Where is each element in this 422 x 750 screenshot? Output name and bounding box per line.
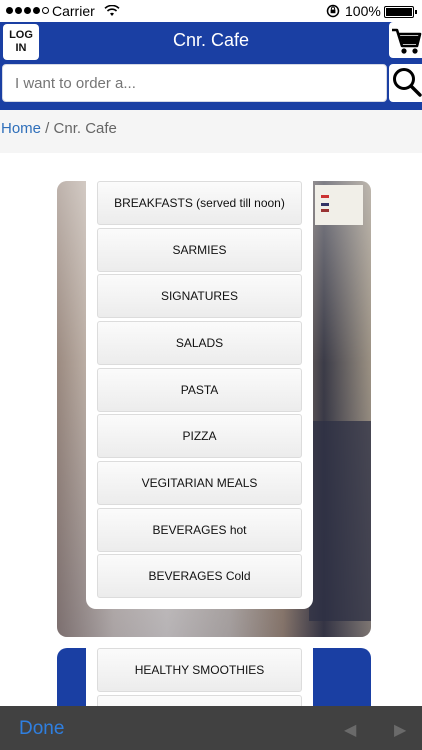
menu-item-healthy-smoothies[interactable]: HEALTHY SMOOTHIES xyxy=(97,648,302,692)
prev-arrow-icon[interactable]: ◀ xyxy=(344,720,356,740)
battery-icon xyxy=(384,6,417,18)
breadcrumb-home-link[interactable]: Home xyxy=(1,120,41,137)
menu-item-beverages-cold[interactable]: BEVERAGES Cold xyxy=(97,554,302,598)
cart-button[interactable] xyxy=(389,22,422,58)
breadcrumb: Home / Cnr. Cafe xyxy=(0,110,422,153)
breadcrumb-current: Cnr. Cafe xyxy=(53,120,117,137)
keyboard-toolbar: Done ◀ ▶ xyxy=(0,706,422,750)
photo-dark-area xyxy=(309,421,371,621)
menu-item-signatures[interactable]: SIGNATURES xyxy=(97,274,302,318)
search-icon xyxy=(389,68,422,106)
status-bar: Carrier 100% xyxy=(0,0,422,22)
signal-dots-icon xyxy=(6,7,49,14)
battery-percent: 100% xyxy=(345,3,381,19)
next-arrow-icon[interactable]: ▶ xyxy=(394,720,406,740)
menu-item-beverages-hot[interactable]: BEVERAGES hot xyxy=(97,508,302,552)
menu-item-vegitarian-meals[interactable]: VEGITARIAN MEALS xyxy=(97,461,302,505)
app-header: LOG IN Cnr. Cafe xyxy=(0,22,422,110)
breadcrumb-separator: / xyxy=(41,120,54,137)
menu-item-pasta[interactable]: PASTA xyxy=(97,368,302,412)
content-area[interactable]: BREAKFASTS (served till noon) SARMIES SI… xyxy=(0,153,422,718)
menu-category-list: BREAKFASTS (served till noon) SARMIES SI… xyxy=(86,181,313,609)
menu-item-sarmies[interactable]: SARMIES xyxy=(97,228,302,272)
rotation-lock-icon xyxy=(326,4,340,21)
search-input[interactable] xyxy=(2,64,387,102)
done-button[interactable]: Done xyxy=(19,718,64,740)
menu-item-pizza[interactable]: PIZZA xyxy=(97,414,302,458)
cart-icon xyxy=(389,28,422,62)
menu-item-salads[interactable]: SALADS xyxy=(97,321,302,365)
wall-poster xyxy=(315,185,363,225)
wifi-icon xyxy=(104,4,120,20)
page-title: Cnr. Cafe xyxy=(172,30,250,50)
carrier-label: Carrier xyxy=(52,3,95,19)
menu-item-breakfasts[interactable]: BREAKFASTS (served till noon) xyxy=(97,181,302,225)
search-button[interactable] xyxy=(389,64,422,102)
